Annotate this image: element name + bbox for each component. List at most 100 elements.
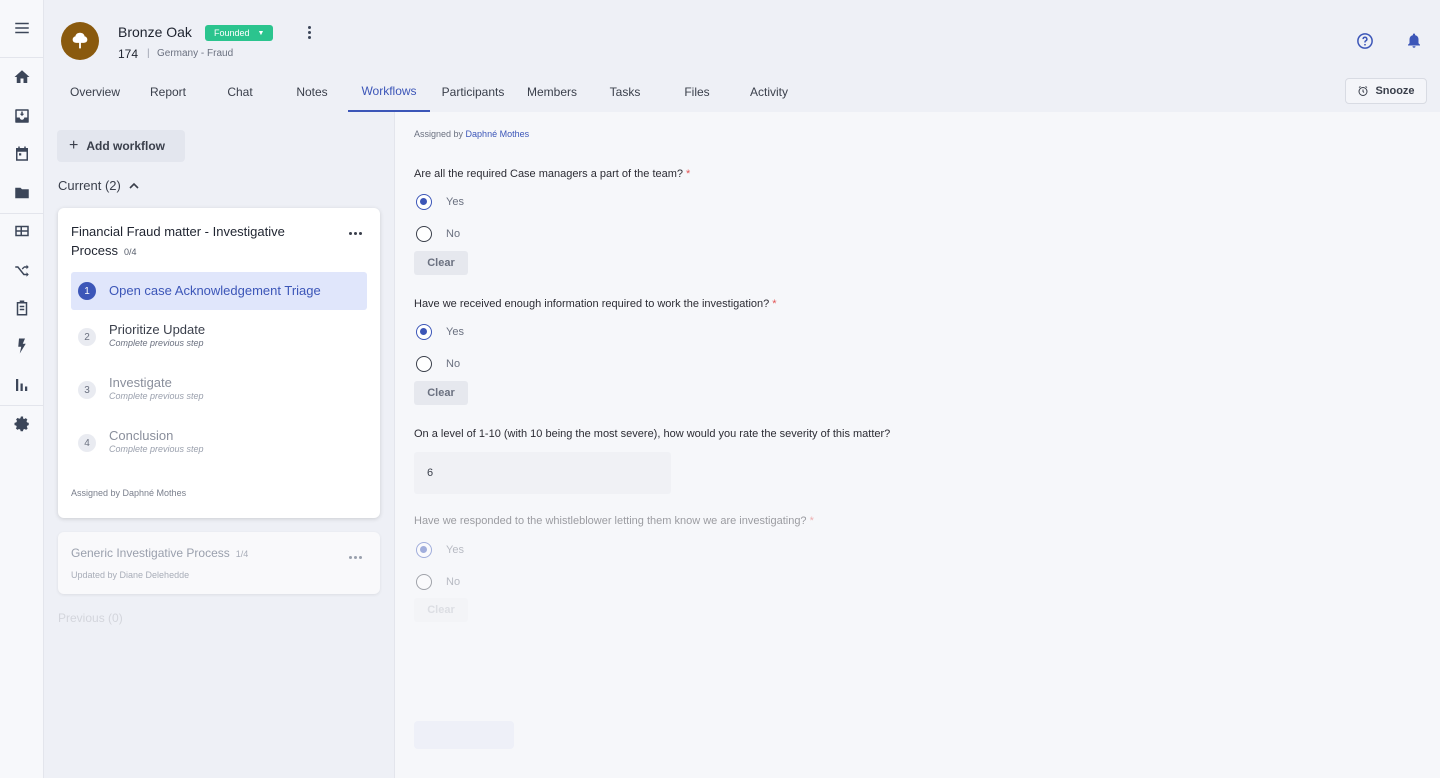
tree-icon	[72, 32, 88, 49]
radio-button[interactable]	[416, 226, 432, 242]
previous-workflows-toggle[interactable]: Previous (0)	[58, 611, 123, 625]
severity-input[interactable]: 6	[414, 452, 671, 494]
radio-button[interactable]	[416, 542, 432, 558]
workflow-step[interactable]: 4 Conclusion Complete previous step	[71, 424, 367, 462]
current-workflows-toggle[interactable]: Current (2)	[58, 178, 139, 193]
tab-chat[interactable]: Chat	[213, 72, 267, 112]
tab-files[interactable]: Files	[673, 72, 721, 112]
step-status: Complete previous step	[109, 444, 204, 454]
radio-label: No	[446, 358, 461, 370]
meta-separator: |	[147, 48, 150, 59]
add-workflow-button[interactable]: + Add workflow	[57, 130, 185, 162]
add-workflow-label: Add workflow	[86, 139, 166, 153]
workflow-step[interactable]: 1 Open case Acknowledgement Triage	[71, 272, 367, 310]
step-label: Conclusion	[109, 428, 174, 443]
bar-chart-icon[interactable]	[0, 366, 44, 404]
workflow2-title-text: Generic Investigative Process	[71, 546, 230, 560]
tab-notes[interactable]: Notes	[285, 72, 339, 112]
radio-no[interactable]: No	[416, 225, 460, 243]
tab-tasks[interactable]: Tasks	[601, 72, 649, 112]
shuffle-icon[interactable]	[0, 251, 44, 289]
clear-button[interactable]: Clear	[414, 251, 468, 275]
workflow-panel: + Add workflow Current (2) Financial Fra…	[45, 112, 394, 778]
required-mark: *	[686, 168, 691, 180]
step-status: Complete previous step	[109, 338, 204, 348]
tab-activity[interactable]: Activity	[739, 72, 799, 112]
clipboard-icon[interactable]	[0, 289, 44, 327]
radio-label: No	[446, 576, 461, 588]
workflow-form: Assigned by Daphné Mothes Are all the re…	[394, 112, 1440, 778]
case-header: Bronze Oak Founded ▼ 174 | Germany - Fra…	[45, 0, 1440, 112]
current-workflows-label: Current (2)	[58, 178, 121, 193]
gear-icon[interactable]	[0, 405, 44, 443]
menu-icon[interactable]	[0, 9, 44, 47]
snooze-button[interactable]: Snooze	[1345, 78, 1427, 104]
step-number: 3	[78, 381, 96, 399]
bolt-icon[interactable]	[0, 327, 44, 365]
tab-overview[interactable]: Overview	[60, 72, 130, 112]
workflow2-menu-icon[interactable]	[349, 556, 362, 559]
step-status: Complete previous step	[109, 391, 204, 401]
workflow-card-secondary[interactable]: Generic Investigative Process 1/4 Updated…	[58, 532, 380, 594]
case-name: Bronze Oak	[118, 24, 192, 40]
tab-report[interactable]: Report	[138, 72, 198, 112]
bell-icon[interactable]	[1405, 32, 1423, 50]
radio-yes[interactable]: Yes	[416, 323, 464, 341]
question-severity: On a level of 1-10 (with 10 being the mo…	[414, 428, 891, 440]
question-information: Have we received enough information requ…	[414, 298, 777, 310]
workflow-card[interactable]: Financial Fraud matter - Investigative P…	[58, 208, 380, 518]
workflow-title: Financial Fraud matter - Investigative P…	[71, 222, 311, 262]
step-number: 1	[78, 282, 96, 300]
question-text: Have we received enough information requ…	[414, 298, 770, 310]
assigned-name[interactable]: Daphné Mothes	[466, 129, 530, 139]
question-text: Have we responded to the whistleblower l…	[414, 515, 807, 527]
question-text: Are all the required Case managers a par…	[414, 168, 684, 180]
question-whistleblower: Have we responded to the whistleblower l…	[414, 515, 814, 527]
status-badge[interactable]: Founded ▼	[205, 25, 274, 41]
table-icon[interactable]	[0, 212, 44, 250]
step-number: 4	[78, 434, 96, 452]
workflow-menu-icon[interactable]	[349, 232, 362, 235]
workflow2-progress: 1/4	[235, 549, 249, 559]
workflow-step[interactable]: 2 Prioritize Update Complete previous st…	[71, 318, 367, 356]
status-badge-label: Founded	[214, 28, 250, 38]
radio-button[interactable]	[416, 194, 432, 210]
radio-no[interactable]: No	[416, 355, 460, 373]
clear-button[interactable]: Clear	[414, 598, 468, 622]
alarm-clock-icon	[1358, 86, 1368, 96]
tab-members[interactable]: Members	[523, 72, 581, 112]
radio-label: Yes	[446, 196, 464, 208]
radio-label: Yes	[446, 544, 464, 556]
tab-workflows[interactable]: Workflows	[348, 72, 430, 112]
step-label: Open case Acknowledgement Triage	[109, 283, 321, 298]
tab-participants[interactable]: Participants	[437, 72, 509, 112]
question-team: Are all the required Case managers a par…	[414, 168, 690, 180]
inbox-icon[interactable]	[0, 97, 44, 135]
radio-button[interactable]	[416, 356, 432, 372]
assigned-prefix: Assigned by	[414, 129, 464, 139]
calendar-icon[interactable]	[0, 135, 44, 173]
plus-icon: +	[69, 137, 79, 154]
chevron-up-icon	[129, 182, 139, 189]
workflow-progress: 0/4	[123, 247, 137, 257]
workflow-assigned-by: Assigned by Daphné Mothes	[71, 488, 187, 498]
workflow-step[interactable]: 3 Investigate Complete previous step	[71, 371, 367, 409]
radio-no[interactable]: No	[416, 573, 460, 591]
more-options-icon[interactable]	[303, 22, 315, 42]
step-number: 2	[78, 328, 96, 346]
radio-button[interactable]	[416, 574, 432, 590]
left-rail	[0, 0, 44, 778]
radio-yes[interactable]: Yes	[416, 193, 464, 211]
required-mark: *	[809, 515, 814, 527]
submit-button-ghost[interactable]	[414, 721, 514, 749]
radio-yes[interactable]: Yes	[416, 541, 464, 559]
radio-button[interactable]	[416, 324, 432, 340]
step-label: Investigate	[109, 375, 172, 390]
case-avatar	[61, 22, 99, 60]
case-meta: Germany - Fraud	[157, 48, 234, 59]
home-icon[interactable]	[0, 58, 44, 96]
clear-button[interactable]: Clear	[414, 381, 468, 405]
folder-icon[interactable]	[0, 174, 44, 212]
help-icon[interactable]	[1356, 32, 1374, 50]
step-label: Prioritize Update	[109, 322, 206, 337]
